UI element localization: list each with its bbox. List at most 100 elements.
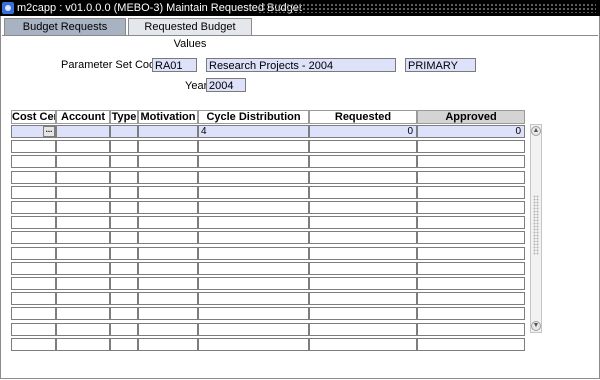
cell-requested[interactable] xyxy=(309,292,417,305)
cell-account[interactable] xyxy=(56,125,110,138)
parameter-set-type-field[interactable]: PRIMARY xyxy=(405,58,476,72)
cell-approved[interactable] xyxy=(417,262,525,275)
cell-motivation[interactable] xyxy=(138,277,198,290)
cell-motivation[interactable] xyxy=(138,155,198,168)
cell-account[interactable] xyxy=(56,201,110,214)
cell-account[interactable] xyxy=(56,140,110,153)
year-field[interactable]: 2004 xyxy=(206,78,246,92)
cell-account[interactable] xyxy=(56,292,110,305)
cell-type[interactable] xyxy=(110,171,138,184)
cell-motivation[interactable] xyxy=(138,186,198,199)
cell-approved[interactable] xyxy=(417,277,525,290)
parameter-set-code-field[interactable]: RA01 xyxy=(152,58,197,72)
cell-approved[interactable] xyxy=(417,292,525,305)
cell-approved[interactable] xyxy=(417,216,525,229)
cell-type[interactable] xyxy=(110,247,138,260)
parameter-set-description-field[interactable]: Research Projects - 2004 xyxy=(206,58,396,72)
cell-type[interactable] xyxy=(110,307,138,320)
cell-motivation[interactable] xyxy=(138,140,198,153)
cell-cycle-distribution[interactable] xyxy=(198,155,309,168)
cell-account[interactable] xyxy=(56,307,110,320)
cell-cycle-distribution[interactable] xyxy=(198,201,309,214)
cell-requested[interactable] xyxy=(309,140,417,153)
cell-approved[interactable] xyxy=(417,201,525,214)
cell-cost-centre[interactable] xyxy=(11,262,56,275)
cell-requested[interactable] xyxy=(309,201,417,214)
cell-account[interactable] xyxy=(56,262,110,275)
scrollbar-grip[interactable] xyxy=(533,195,539,255)
cell-type[interactable] xyxy=(110,140,138,153)
grid-scrollbar[interactable]: ▲ ▼ xyxy=(530,124,542,333)
cell-motivation[interactable] xyxy=(138,323,198,336)
cell-requested[interactable] xyxy=(309,338,417,351)
cell-type[interactable] xyxy=(110,201,138,214)
cell-requested[interactable] xyxy=(309,216,417,229)
cell-motivation[interactable] xyxy=(138,201,198,214)
cell-cycle-distribution[interactable] xyxy=(198,338,309,351)
cell-cost-centre[interactable] xyxy=(11,307,56,320)
cell-cost-centre[interactable] xyxy=(11,323,56,336)
cell-account[interactable] xyxy=(56,277,110,290)
cell-cycle-distribution[interactable] xyxy=(198,292,309,305)
cell-type[interactable] xyxy=(110,186,138,199)
lov-button[interactable]: ... xyxy=(43,126,55,137)
cell-requested[interactable] xyxy=(309,155,417,168)
cell-account[interactable] xyxy=(56,247,110,260)
cell-motivation[interactable] xyxy=(138,292,198,305)
cell-cost-centre[interactable] xyxy=(11,338,56,351)
cell-type[interactable] xyxy=(110,277,138,290)
cell-cost-centre[interactable] xyxy=(11,231,56,244)
cell-approved[interactable] xyxy=(417,247,525,260)
cell-motivation[interactable] xyxy=(138,216,198,229)
cell-approved[interactable] xyxy=(417,171,525,184)
cell-cost-centre[interactable] xyxy=(11,171,56,184)
cell-cost-centre[interactable] xyxy=(11,201,56,214)
cell-cycle-distribution[interactable]: 4 xyxy=(198,125,309,138)
cell-requested[interactable] xyxy=(309,231,417,244)
cell-cycle-distribution[interactable] xyxy=(198,231,309,244)
cell-type[interactable] xyxy=(110,125,138,138)
cell-motivation[interactable] xyxy=(138,307,198,320)
cell-cost-centre[interactable] xyxy=(11,186,56,199)
cell-motivation[interactable] xyxy=(138,247,198,260)
cell-cycle-distribution[interactable] xyxy=(198,140,309,153)
cell-cycle-distribution[interactable] xyxy=(198,216,309,229)
scroll-up-icon[interactable]: ▲ xyxy=(531,126,541,136)
cell-cost-centre[interactable] xyxy=(11,155,56,168)
cell-account[interactable] xyxy=(56,323,110,336)
tab-requested-budget-values[interactable]: Requested Budget Values xyxy=(128,18,252,50)
cell-approved[interactable]: 0 xyxy=(417,125,525,138)
cell-approved[interactable] xyxy=(417,140,525,153)
cell-account[interactable] xyxy=(56,231,110,244)
cell-type[interactable] xyxy=(110,338,138,351)
cell-motivation[interactable] xyxy=(138,338,198,351)
cell-cost-centre[interactable] xyxy=(11,277,56,290)
cell-cycle-distribution[interactable] xyxy=(198,307,309,320)
cell-motivation[interactable] xyxy=(138,231,198,244)
cell-cycle-distribution[interactable] xyxy=(198,323,309,336)
cell-approved[interactable] xyxy=(417,323,525,336)
cell-type[interactable] xyxy=(110,216,138,229)
cell-cost-centre[interactable] xyxy=(11,216,56,229)
scroll-down-icon[interactable]: ▼ xyxy=(531,321,541,331)
cell-cycle-distribution[interactable] xyxy=(198,262,309,275)
cell-type[interactable] xyxy=(110,231,138,244)
cell-cost-centre[interactable] xyxy=(11,247,56,260)
cell-cycle-distribution[interactable] xyxy=(198,186,309,199)
cell-cost-centre[interactable] xyxy=(11,140,56,153)
cell-cycle-distribution[interactable] xyxy=(198,277,309,290)
cell-type[interactable] xyxy=(110,155,138,168)
cell-requested[interactable] xyxy=(309,323,417,336)
cell-cycle-distribution[interactable] xyxy=(198,171,309,184)
cell-account[interactable] xyxy=(56,155,110,168)
cell-motivation[interactable] xyxy=(138,262,198,275)
cell-type[interactable] xyxy=(110,292,138,305)
cell-requested[interactable] xyxy=(309,262,417,275)
cell-cost-centre[interactable] xyxy=(11,292,56,305)
cell-motivation[interactable] xyxy=(138,171,198,184)
cell-approved[interactable] xyxy=(417,338,525,351)
cell-requested[interactable]: 0 xyxy=(309,125,417,138)
cell-approved[interactable] xyxy=(417,186,525,199)
cell-type[interactable] xyxy=(110,323,138,336)
cell-requested[interactable] xyxy=(309,186,417,199)
